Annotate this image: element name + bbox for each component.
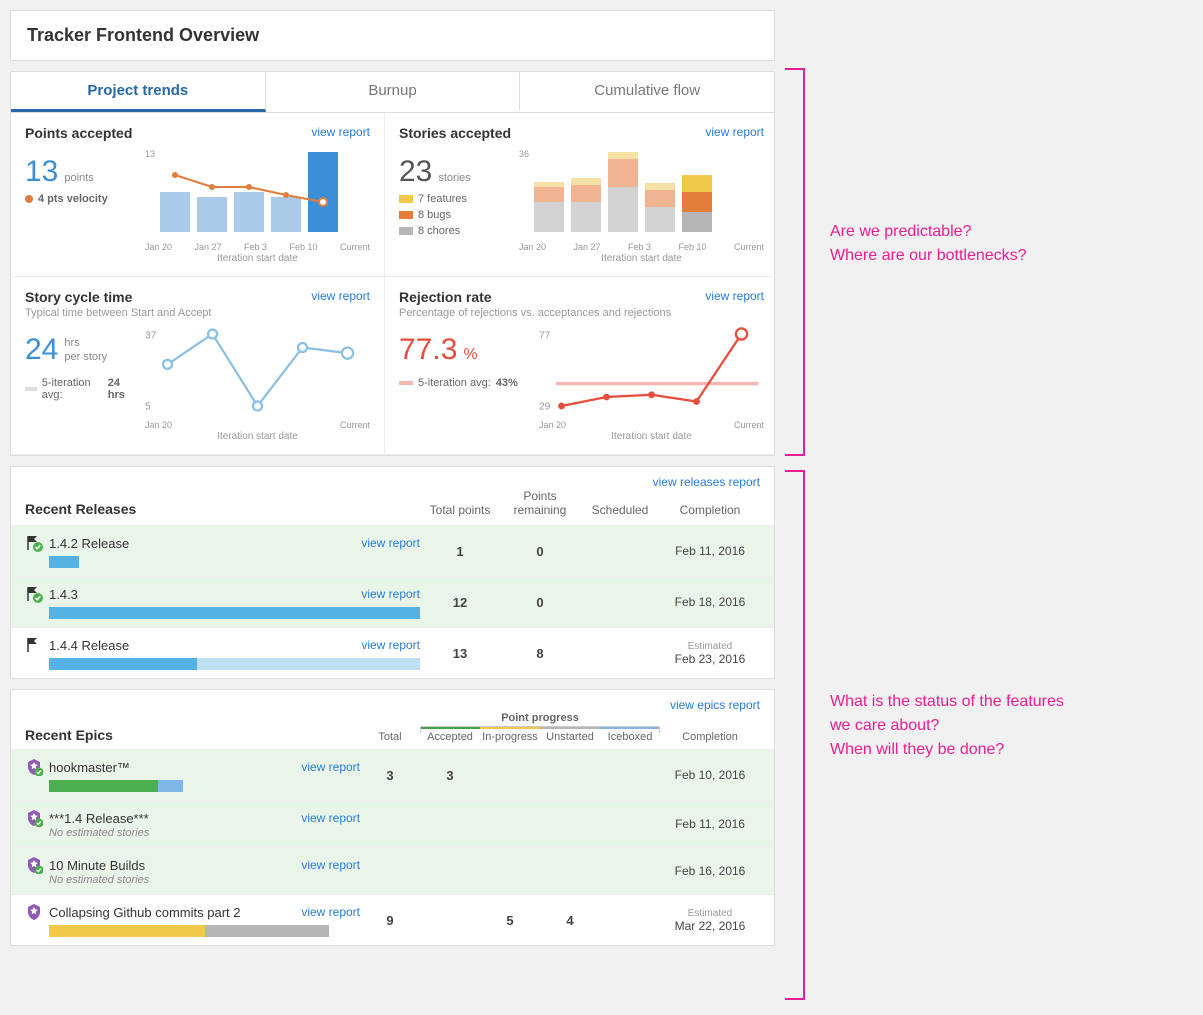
epic-name: 10 Minute Builds [49,858,145,873]
view-report-link[interactable]: view report [301,760,360,774]
view-report-link[interactable]: view report [361,536,420,550]
flag-icon [25,636,43,654]
epic-name: hookmaster™ [49,760,130,775]
epic-icon [25,856,43,874]
epic-name: ***1.4 Release*** [49,811,149,826]
epic-row: ***1.4 Release*** view report No estimat… [11,800,774,847]
view-report-link[interactable]: view report [301,905,360,919]
release-row: 1.4.3 view report 12 0 Feb 18, 2016 [11,576,774,627]
svg-text:5: 5 [145,401,151,412]
stories-chart: 36 [519,147,719,237]
chores-swatch-icon [399,227,413,235]
epic-icon [25,758,43,776]
avg-swatch-icon [25,387,37,391]
view-report-link[interactable]: view report [361,587,420,601]
cycle-chart: 37 5 [145,325,370,415]
epic-row: 10 Minute Builds view report No estimate… [11,847,774,894]
epic-row: hookmaster™ view report 3 3 Feb 10, 2016 [11,749,774,800]
view-report-link[interactable]: view report [361,638,420,652]
epic-row: Collapsing Github commits part 2 view re… [11,894,774,945]
velocity-dot-icon [25,195,33,203]
trends-tabs: Project trends Burnup Cumulative flow [11,72,774,113]
svg-text:36: 36 [519,149,529,159]
stories-accepted-panel: Stories accepted view report 23 stories … [385,113,778,277]
trends-card: Project trends Burnup Cumulative flow Po… [10,71,775,456]
bracket-icon [785,470,805,1000]
svg-text:77: 77 [539,331,551,342]
release-name: 1.4.3 [49,587,78,602]
tab-project-trends[interactable]: Project trends [11,72,266,112]
bugs-swatch-icon [399,211,413,219]
flag-icon [25,534,43,552]
release-row: 1.4.4 Release view report 13 8 Estimated… [11,627,774,678]
avg-swatch-icon [399,381,413,385]
svg-text:37: 37 [145,331,157,342]
rejection-chart: 77 29 [539,325,764,415]
epic-icon [25,809,43,827]
points-accepted-panel: Points accepted view report 13 points 4 … [11,113,385,277]
svg-text:13: 13 [145,149,155,159]
view-epics-report-link[interactable]: view epics report [670,698,760,712]
rejection-panel: Rejection rate Percentage of rejections … [385,277,778,455]
view-report-link[interactable]: view report [705,125,764,139]
cycle-time-panel: Story cycle time Typical time between St… [11,277,385,455]
flag-icon [25,585,43,603]
tab-cumulative-flow[interactable]: Cumulative flow [520,72,774,112]
view-releases-report-link[interactable]: view releases report [653,475,760,489]
points-value: 13 [25,155,58,189]
bracket-icon [785,68,805,456]
annotation-bottom: What is the status of the featureswe car… [830,690,1064,762]
page-title: Tracker Frontend Overview [27,25,758,46]
view-report-link[interactable]: view report [301,858,360,872]
page-title-card: Tracker Frontend Overview [10,10,775,61]
epics-card: view epics report Recent Epics Total Poi… [10,689,775,946]
view-report-link[interactable]: view report [311,289,370,303]
points-accepted-title: Points accepted [25,125,132,141]
releases-card: view releases report Recent Releases Tot… [10,466,775,679]
view-report-link[interactable]: view report [301,811,360,825]
tab-burnup[interactable]: Burnup [266,72,521,112]
release-name: 1.4.2 Release [49,536,129,551]
points-chart: 13 [145,147,345,237]
epic-icon [25,903,43,921]
svg-text:29: 29 [539,401,551,412]
view-report-link[interactable]: view report [311,125,370,139]
release-row: 1.4.2 Release view report 1 0 Feb 11, 20… [11,525,774,576]
features-swatch-icon [399,195,413,203]
epic-name: Collapsing Github commits part 2 [49,905,240,920]
view-report-link[interactable]: view report [705,289,764,303]
annotation-top: Are we predictable?Where are our bottlen… [830,220,1027,268]
release-name: 1.4.4 Release [49,638,129,653]
